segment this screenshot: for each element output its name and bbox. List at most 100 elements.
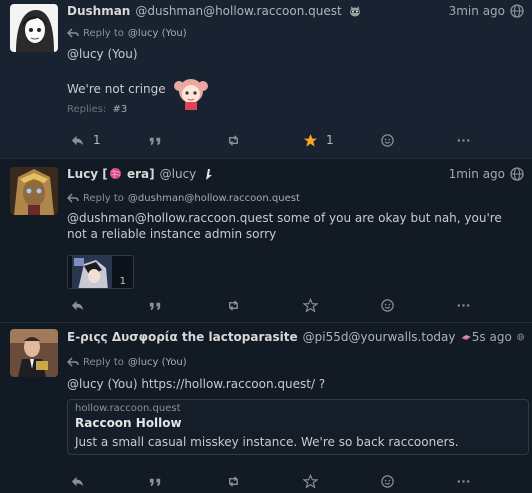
post-header: Dushman @dushman@hollow.raccoon.quest 3m…	[67, 2, 524, 20]
post-timestamp[interactable]: 5s ago	[472, 330, 512, 344]
emoji-react-icon	[381, 298, 394, 312]
quote-button[interactable]	[148, 472, 163, 490]
yarn-ball-emoji-icon	[109, 168, 121, 179]
favorite-button[interactable]: 1	[303, 131, 334, 149]
reply-arrow-icon	[67, 193, 79, 203]
reply-to-label: Reply to	[83, 27, 124, 39]
reply-arrow-icon	[67, 28, 79, 38]
link-description: Just a small casual misskey instance. We…	[75, 435, 459, 449]
post-header: Ε-ριςς Δυσφορία the lactoparasite @pi55d…	[67, 328, 524, 346]
more-icon	[457, 479, 470, 483]
emoji-react-button[interactable]	[380, 131, 395, 149]
post-timestamp[interactable]: 3min ago	[449, 4, 505, 18]
status-post: Dushman @dushman@hollow.raccoon.quest 3m…	[0, 0, 532, 158]
display-name[interactable]: Dushman	[67, 4, 130, 18]
post-actions	[0, 472, 532, 490]
reply-arrow-icon	[67, 357, 79, 367]
reply-to-target[interactable]: @lucy (You)	[128, 357, 187, 368]
post-header: Lucy [ era] @lucy 1min ago	[67, 165, 524, 183]
reply-count: 1	[93, 133, 101, 147]
favorite-button[interactable]	[303, 472, 318, 490]
quote-icon	[149, 137, 161, 145]
more-button[interactable]	[456, 296, 471, 314]
mention-line[interactable]: @lucy (You)	[67, 46, 520, 62]
display-name-prefix: Lucy [	[67, 167, 108, 181]
link-preview-card[interactable]: hollow.raccoon.quest Raccoon Hollow Just…	[67, 399, 529, 455]
reply-to-label: Reply to	[83, 192, 124, 204]
emoji-react-icon	[381, 133, 394, 147]
status-post: Lucy [ era] @lucy 1min ago Reply to @dus…	[0, 159, 532, 322]
reply-button[interactable]: 1	[70, 131, 101, 149]
attachment-thumbnail	[72, 256, 112, 288]
reply-icon	[71, 476, 84, 486]
link-host: hollow.raccoon.quest	[75, 403, 181, 414]
quote-icon	[149, 302, 161, 310]
repeat-icon	[229, 299, 238, 311]
display-name[interactable]: Ε-ριςς Δυσφορία the lactoparasite	[67, 330, 298, 344]
lock-emoji-icon	[206, 169, 213, 180]
repeat-button[interactable]	[226, 472, 241, 490]
media-attachment[interactable]: 1	[67, 255, 134, 289]
quote-button[interactable]	[148, 131, 163, 149]
emoji-react-button[interactable]	[380, 296, 395, 314]
avatar[interactable]	[10, 167, 58, 215]
avatar-image	[10, 167, 58, 215]
star-icon	[303, 297, 318, 313]
favorite-button[interactable]	[303, 296, 318, 314]
display-name[interactable]: Lucy [ era]	[67, 167, 155, 181]
star-icon	[303, 473, 318, 489]
globe-icon	[510, 4, 524, 18]
raccoon-emoji-icon	[349, 6, 360, 17]
more-button[interactable]	[456, 131, 471, 149]
globe-icon	[516, 333, 524, 341]
replies-line: Replies: #3	[67, 104, 127, 115]
favorite-count: 1	[326, 133, 334, 147]
eraser-emoji-icon	[462, 334, 471, 341]
emoji-react-icon	[381, 474, 394, 488]
repeat-button[interactable]	[226, 296, 241, 314]
avatar-image	[10, 4, 58, 52]
status-post: Ε-ριςς Δυσφορία the lactoparasite @pi55d…	[0, 323, 532, 493]
post-body-text: @lucy (You) https://hollow.raccoon.quest…	[67, 377, 326, 391]
reply-icon	[71, 300, 84, 310]
more-icon	[457, 303, 470, 307]
reply-icon	[71, 135, 84, 145]
more-icon	[457, 138, 470, 142]
post-body: We're not cringe	[67, 68, 520, 110]
timeline: Dushman @dushman@hollow.raccoon.quest 3m…	[0, 0, 532, 493]
reply-button[interactable]	[70, 472, 85, 490]
reply-to-label: Reply to	[83, 356, 124, 368]
link-title: Raccoon Hollow	[75, 416, 182, 430]
post-actions: 1 1	[0, 131, 532, 149]
emoji-react-button[interactable]	[380, 472, 395, 490]
anime-girl-emoji-icon	[173, 79, 208, 110]
post-timestamp[interactable]: 1min ago	[449, 167, 505, 181]
post-body-text: We're not cringe	[67, 82, 166, 96]
more-button[interactable]	[456, 472, 471, 490]
avatar[interactable]	[10, 329, 58, 377]
star-icon	[303, 133, 318, 147]
reply-to-target[interactable]: @lucy (You)	[128, 28, 187, 39]
avatar[interactable]	[10, 4, 58, 52]
quote-button[interactable]	[148, 296, 163, 314]
replies-label: Replies:	[67, 104, 107, 115]
reply-to-line[interactable]: Reply to @lucy (You)	[67, 26, 187, 40]
account-handle[interactable]: @dushman@hollow.raccoon.quest	[135, 4, 341, 18]
account-handle[interactable]: @lucy	[160, 167, 197, 181]
repeat-button[interactable]	[226, 131, 241, 149]
attachment-count: 1	[119, 276, 126, 287]
reply-button[interactable]	[70, 296, 85, 314]
reply-to-line[interactable]: Reply to @dushman@hollow.raccoon.quest	[67, 191, 300, 205]
reply-link[interactable]: #3	[112, 104, 127, 115]
account-handle[interactable]: @pi55d@yourwalls.today	[303, 330, 456, 344]
quote-icon	[149, 478, 161, 486]
globe-icon	[510, 167, 524, 181]
repeat-icon	[229, 134, 238, 146]
display-name-suffix: era]	[122, 167, 155, 181]
avatar-image	[10, 329, 58, 377]
reply-to-line[interactable]: Reply to @lucy (You)	[67, 355, 187, 369]
repeat-icon	[229, 475, 238, 487]
reply-to-target[interactable]: @dushman@hollow.raccoon.quest	[128, 193, 300, 204]
post-body-text: @dushman@hollow.raccoon.quest some of yo…	[67, 211, 502, 241]
post-actions	[0, 296, 532, 314]
